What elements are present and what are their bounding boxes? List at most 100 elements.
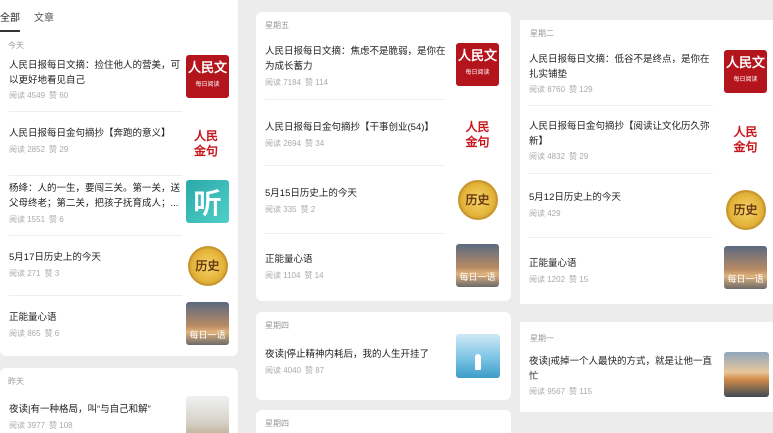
article-stats: 阅读 335 赞 2 xyxy=(265,204,315,215)
article-stats: 阅读 1551 赞 6 xyxy=(9,214,64,225)
day-header: 星期五 xyxy=(265,21,289,30)
thumbnail: 人民金句 xyxy=(724,118,767,161)
list-item[interactable]: 夜读|戒掉一个人最快的方式，就是让他一直忙 阅读 9567 赞 115 xyxy=(520,342,773,408)
day-group-card: 今天 人民日报每日文摘：捡住他人的营美，可以更好地看见自己 阅读 4549 赞 6… xyxy=(0,32,238,356)
read-count: 阅读 7184 xyxy=(265,78,302,87)
read-count: 阅读 271 xyxy=(9,269,41,278)
like-count: 赞 29 xyxy=(569,152,589,161)
thumbnail: 人民文 每日阅读 xyxy=(456,43,499,86)
list-item[interactable]: 5月17日历史上的今天 阅读 271 赞 3 历史 xyxy=(0,236,238,296)
article-title: 人民日报每日文摘：低谷不是终点，是你在扎实铺垫 xyxy=(529,54,710,80)
article-stats: 阅读 4040 赞 87 xyxy=(265,365,324,376)
day-group-card: 星期五 人民日报每日文摘：焦虑不是脆弱，是你在为成长蓄力 阅读 7184 赞 11… xyxy=(256,12,511,301)
article-title: 夜读|有一种格局，叫“与自己和解” xyxy=(9,404,151,415)
read-count: 阅读 335 xyxy=(265,205,297,214)
read-count: 阅读 4040 xyxy=(265,366,302,375)
list-item[interactable]: 正能量心语 阅读 1202 赞 15 每日一语 xyxy=(520,238,773,302)
like-count: 赞 108 xyxy=(49,421,73,430)
read-count: 阅读 1202 xyxy=(529,275,566,284)
like-count: 赞 15 xyxy=(569,275,589,284)
thumbnail xyxy=(724,352,769,397)
tab-bar: 全部 文章 xyxy=(0,0,238,32)
day-group-card: 星期四 xyxy=(256,410,511,433)
thumb-subtext: 每日阅读 xyxy=(465,69,490,76)
day-group-card: 星期一 夜读|戒掉一个人最快的方式，就是让他一直忙 阅读 9567 赞 115 xyxy=(520,322,773,412)
thumb-text: 每日一语 xyxy=(459,272,496,282)
read-count: 阅读 1104 xyxy=(265,271,301,280)
read-count: 阅读 3977 xyxy=(9,421,46,430)
list-item[interactable]: 夜读|停止精神内耗后，我的人生开挂了 阅读 4040 赞 87 xyxy=(256,332,511,398)
list-item[interactable]: 人民日报每日金句摘抄【干事创业(54)】 阅读 2694 赞 34 人民金句 xyxy=(256,100,511,166)
day-header: 星期一 xyxy=(530,334,554,343)
like-count: 赞 6 xyxy=(44,329,60,338)
list-item[interactable]: 夜读|有一种格局，叫“与自己和解” 阅读 3977 赞 108 xyxy=(0,388,238,433)
article-title: 5月17日历史上的今天 xyxy=(9,252,101,263)
thumb-subtext: 每日阅读 xyxy=(733,76,758,83)
thumb-text: 每日一语 xyxy=(189,330,226,340)
thumb-text: 人民文 xyxy=(725,56,765,71)
thumbnail: 人民文 每日阅读 xyxy=(724,50,767,93)
list-item[interactable]: 5月15日历史上的今天 阅读 335 赞 2 历史 xyxy=(256,166,511,234)
article-stats: 阅读 3977 赞 108 xyxy=(9,420,73,431)
thumbnail: 人民金句 xyxy=(456,113,499,156)
read-count: 阅读 4549 xyxy=(9,91,46,100)
thumbnail: 每日一语 xyxy=(724,246,767,289)
read-count: 阅读 865 xyxy=(9,329,41,338)
thumbnail: 历史 xyxy=(186,244,229,287)
list-item[interactable]: 人民日报每日文摘：焦虑不是脆弱，是你在为成长蓄力 阅读 7184 赞 114 人民… xyxy=(256,32,511,100)
list-item[interactable]: 杨绛：人的一生，要闯三关。第一关，送父母终老；第二关，把孩子抚育成人；... 阅… xyxy=(0,176,238,236)
tab-articles[interactable]: 文章 xyxy=(34,9,54,32)
article-stats: 阅读 271 赞 3 xyxy=(9,268,59,279)
article-stats: 阅读 1104 赞 14 xyxy=(265,270,324,281)
list-item[interactable]: 5月12日历史上的今天 阅读 429 历史 xyxy=(520,174,773,238)
article-stats: 阅读 7184 赞 114 xyxy=(265,77,328,88)
article-stats: 阅读 2694 赞 34 xyxy=(265,138,324,149)
list-item[interactable]: 正能量心语 阅读 865 赞 6 每日一语 xyxy=(0,296,238,356)
read-count: 阅读 4832 xyxy=(529,152,566,161)
like-count: 赞 114 xyxy=(305,78,329,87)
like-count: 赞 115 xyxy=(569,387,593,396)
tab-all[interactable]: 全部 xyxy=(0,9,20,32)
like-count: 赞 129 xyxy=(569,85,593,94)
article-title: 人民日报每日文摘：焦虑不是脆弱，是你在为成长蓄力 xyxy=(265,46,446,72)
thumbnail: 历史 xyxy=(456,178,499,221)
article-title: 杨绛：人的一生，要闯三关。第一关，送父母终老；第二关，把孩子抚育成人；... xyxy=(9,183,181,209)
like-count: 赞 6 xyxy=(49,215,64,224)
read-count: 阅读 8760 xyxy=(529,85,566,94)
thumbnail: 人民金句 xyxy=(186,122,226,165)
list-item[interactable]: 正能量心语 阅读 1104 赞 14 每日一语 xyxy=(256,234,511,300)
thumbnail: 听 xyxy=(186,180,229,223)
day-header: 昨天 xyxy=(8,377,24,386)
thumbnail: 历史 xyxy=(724,188,767,231)
article-title: 人民日报每日金句摘抄【阅读让文化历久弥新】 xyxy=(529,121,710,147)
coin-badge: 历史 xyxy=(187,245,228,286)
list-item[interactable]: 人民日报每日文摘：低谷不是终点，是你在扎实铺垫 阅读 8760 赞 129 人民文… xyxy=(520,40,773,106)
list-item[interactable]: 人民日报每日文摘：捡住他人的营美，可以更好地看见自己 阅读 4549 赞 60 人… xyxy=(0,52,238,112)
thumb-subtext: 每日阅读 xyxy=(195,81,220,88)
thumb-text: 人民金句 xyxy=(733,124,758,154)
thumbnail: 人民文 每日阅读 xyxy=(186,55,229,98)
column-tuesday: 星期二 人民日报每日文摘：低谷不是终点，是你在扎实铺垫 阅读 8760 赞 129… xyxy=(520,0,773,433)
article-stats: 阅读 9567 赞 115 xyxy=(529,386,592,397)
list-item[interactable]: 人民日报每日金句摘抄【奔跑的意义】 阅读 2852 赞 29 人民金句 xyxy=(0,112,238,176)
read-count: 阅读 2694 xyxy=(265,139,302,148)
like-count: 赞 87 xyxy=(305,366,325,375)
thumbnail: 每日一语 xyxy=(186,302,229,345)
day-header: 星期二 xyxy=(530,29,554,38)
article-title: 人民日报每日金句摘抄【奔跑的意义】 xyxy=(9,128,171,139)
person-figure xyxy=(475,354,481,370)
like-count: 赞 60 xyxy=(49,91,69,100)
coin-badge: 历史 xyxy=(457,179,498,220)
article-title: 5月15日历史上的今天 xyxy=(265,188,357,199)
thumb-text: 人民金句 xyxy=(193,128,218,158)
list-item[interactable]: 人民日报每日金句摘抄【阅读让文化历久弥新】 阅读 4832 赞 29 人民金句 xyxy=(520,106,773,174)
thumbnail xyxy=(186,396,229,433)
thumb-text: 人民金句 xyxy=(465,119,490,149)
day-group-card: 星期四 夜读|停止精神内耗后，我的人生开挂了 阅读 4040 赞 87 xyxy=(256,312,511,400)
day-group-card: 昨天 夜读|有一种格局，叫“与自己和解” 阅读 3977 赞 108 xyxy=(0,368,238,433)
day-group-card: 星期二 人民日报每日文摘：低谷不是终点，是你在扎实铺垫 阅读 8760 赞 129… xyxy=(520,20,773,304)
article-title: 5月12日历史上的今天 xyxy=(529,192,621,203)
day-header: 星期四 xyxy=(265,419,289,428)
article-stats: 阅读 2852 赞 29 xyxy=(9,144,68,155)
thumb-text: 听 xyxy=(193,186,222,220)
